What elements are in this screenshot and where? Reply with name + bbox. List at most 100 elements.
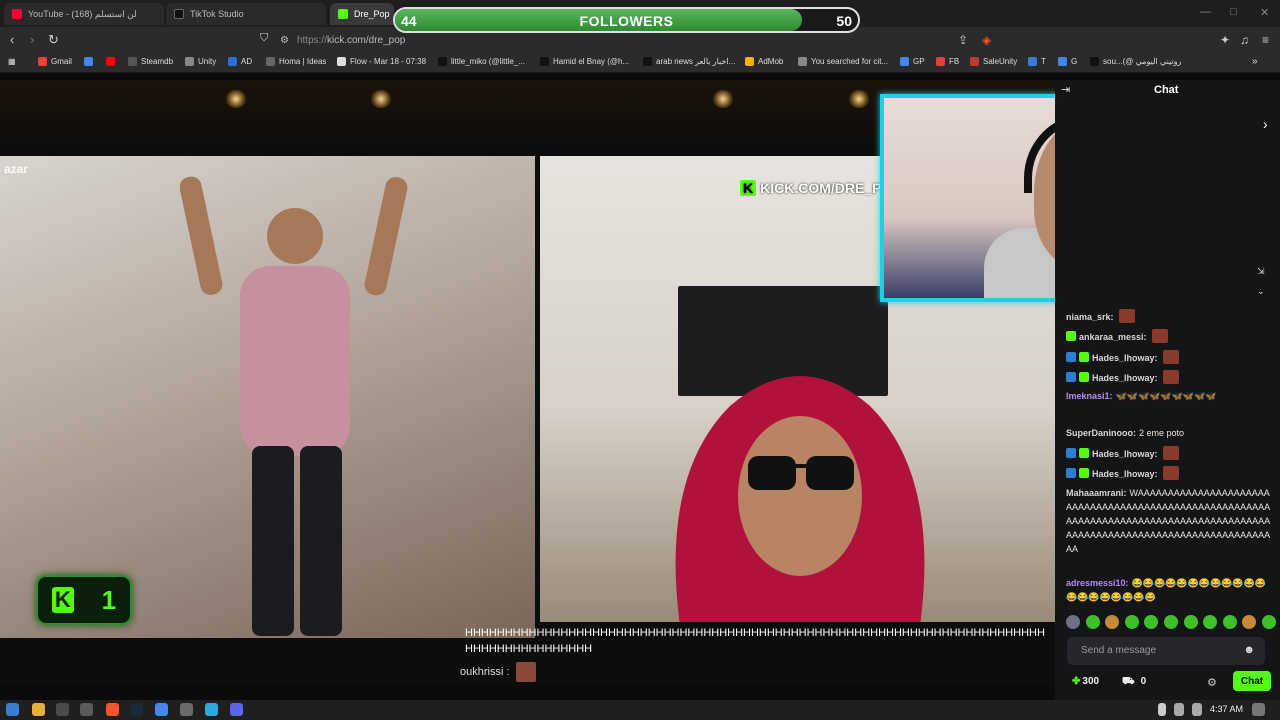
- steam-icon[interactable]: [130, 703, 143, 716]
- minimize-icon[interactable]: —: [1200, 6, 1211, 18]
- chat-text: 2 eme poto: [1139, 428, 1185, 438]
- chat-username[interactable]: Hades_lhoway:: [1092, 449, 1158, 459]
- unity-icon[interactable]: [80, 703, 93, 716]
- bookmark-item[interactable]: AdMob: [745, 57, 783, 66]
- bookmark-item[interactable]: GP: [900, 57, 925, 66]
- share-icon[interactable]: ⇪: [958, 33, 968, 47]
- bookmark-item[interactable]: Homa | Ideas: [266, 57, 326, 66]
- tab-youtube[interactable]: YouTube - لن استسلم (168): [4, 3, 164, 25]
- url-field[interactable]: ⚙ https:// kick.com/dre_pop: [280, 30, 1000, 50]
- bookmark-item[interactable]: arab news اخبار بالعر...: [643, 57, 735, 66]
- bookmark-item[interactable]: AD: [228, 57, 252, 66]
- emote-icon: [1151, 329, 1168, 343]
- bookmark-item[interactable]: Steamdb: [128, 57, 173, 66]
- chrome-icon[interactable]: [155, 703, 168, 716]
- chat-header: ⇥ Chat: [1055, 80, 1280, 102]
- store-button[interactable]: ⛟ 0: [1122, 676, 1146, 689]
- azar-logo: azar: [4, 162, 29, 176]
- bookmark-item[interactable]: You searched for cit...: [798, 57, 888, 66]
- bookmark-label: arab news اخبار بالعر...: [656, 57, 736, 66]
- close-icon[interactable]: ✕: [1260, 6, 1269, 19]
- file-explorer-icon[interactable]: [32, 703, 45, 716]
- emote-icon[interactable]: [1163, 615, 1178, 629]
- emote-icon[interactable]: [1242, 615, 1257, 629]
- emote-icon[interactable]: [1183, 615, 1198, 629]
- chat-message-input[interactable]: Send a message ☻: [1067, 637, 1265, 665]
- bookmark-label: sou...(@ روتيني اليومي: [1103, 57, 1182, 66]
- volume-icon[interactable]: [1192, 703, 1202, 716]
- chat-username[interactable]: ankaraa_messi:: [1079, 332, 1147, 342]
- bookmark-item[interactable]: SaleUnity: [970, 57, 1017, 66]
- app-icon[interactable]: [205, 703, 218, 716]
- emote-icon[interactable]: [1261, 615, 1276, 629]
- bookmark-favicon-icon: [106, 57, 115, 66]
- site-info-icon[interactable]: ⚙: [280, 35, 289, 46]
- bookmark-item[interactable]: Hamid el Bnay (@h...: [540, 57, 629, 66]
- emoji-picker-icon[interactable]: ☻: [1243, 644, 1255, 656]
- brave-shields-icon[interactable]: ◈: [982, 33, 991, 47]
- notifications-icon[interactable]: [1252, 703, 1265, 716]
- emote-icon[interactable]: [1124, 615, 1139, 629]
- chat-settings-icon[interactable]: ⚙: [1207, 676, 1217, 689]
- reload-icon[interactable]: ↻: [48, 32, 59, 48]
- bookmark-icon[interactable]: ⛉: [260, 32, 268, 45]
- emote-icon[interactable]: [1203, 615, 1218, 629]
- chevron-right-icon[interactable]: ›: [1263, 116, 1268, 132]
- obs-icon[interactable]: [180, 703, 193, 716]
- chat-username[interactable]: Hades_lhoway:: [1092, 469, 1158, 479]
- emote-icon[interactable]: [1085, 615, 1100, 629]
- more-bookmarks-icon[interactable]: »: [1252, 56, 1258, 67]
- microphone-icon[interactable]: [1158, 703, 1166, 716]
- chat-username[interactable]: Hades_lhoway:: [1092, 353, 1158, 363]
- tab-tiktok-studio[interactable]: TikTok Studio: [166, 3, 326, 25]
- brave-icon[interactable]: [106, 703, 119, 716]
- bookmark-item[interactable]: little_miko (@little_...: [438, 57, 525, 66]
- bookmark-item[interactable]: G: [1058, 57, 1077, 66]
- chat-message: Hades_lhoway:: [1066, 446, 1271, 461]
- chat-send-button[interactable]: Chat: [1233, 671, 1271, 691]
- bookmark-label: AD: [241, 57, 253, 66]
- app-icon[interactable]: [56, 703, 69, 716]
- bookmark-label: You searched for cit...: [811, 57, 889, 66]
- emote-icon[interactable]: [1066, 615, 1080, 629]
- bookmark-item[interactable]: sou...(@ روتيني اليومي: [1090, 57, 1181, 66]
- chat-username[interactable]: Mahaaamrani:: [1066, 488, 1127, 498]
- chat-username[interactable]: SuperDaninooo:: [1066, 428, 1136, 438]
- chat-username[interactable]: Hades_lhoway:: [1092, 373, 1158, 383]
- collapse-chat-icon[interactable]: ⇥: [1061, 83, 1070, 96]
- bookmark-item[interactable]: Flow - Mar 18 - 07:38: [337, 57, 426, 66]
- chat-username[interactable]: niama_srk:: [1066, 312, 1114, 322]
- chat-message: Hades_lhoway:: [1066, 466, 1271, 481]
- menu-icon[interactable]: ≡: [1262, 33, 1269, 47]
- chat-username[interactable]: lmeknasi1:: [1066, 391, 1113, 401]
- chevron-down-icon[interactable]: ⌄: [1257, 286, 1265, 297]
- emote-icon[interactable]: [1144, 615, 1159, 629]
- channel-points[interactable]: ✤ 300: [1072, 676, 1099, 687]
- bookmark-item[interactable]: Unity: [185, 57, 216, 66]
- network-icon[interactable]: [1174, 703, 1184, 716]
- chat-username[interactable]: adresmessi10:: [1066, 578, 1129, 588]
- maximize-icon[interactable]: □: [1230, 6, 1237, 18]
- bookmark-favicon-icon: [745, 57, 754, 66]
- bookmark-item[interactable]: FB: [936, 57, 959, 66]
- start-icon[interactable]: [6, 703, 19, 716]
- kick-logo-icon: K: [51, 587, 74, 613]
- apps-icon[interactable]: ▦: [8, 57, 16, 66]
- extensions-icon[interactable]: ✦: [1220, 33, 1230, 47]
- bookmark-item[interactable]: Gmail: [38, 57, 72, 66]
- kick-counter-value: 1: [101, 584, 117, 615]
- pin-icon[interactable]: ⇲: [1257, 266, 1265, 277]
- bookmark-item[interactable]: [106, 57, 119, 66]
- discord-icon[interactable]: [230, 703, 243, 716]
- emote-icon[interactable]: [1105, 615, 1120, 629]
- chat-overlay-user: oukhrissi :: [460, 662, 536, 682]
- media-icon[interactable]: ♫: [1240, 33, 1249, 47]
- chat-footer: ✤ 300 ⛟ 0 ⚙ Chat: [1067, 671, 1271, 693]
- bookmark-item[interactable]: T: [1028, 57, 1046, 66]
- taskbar-clock[interactable]: 4:37 AM: [1210, 704, 1243, 714]
- emote-icon[interactable]: [1222, 615, 1237, 629]
- back-icon[interactable]: ‹: [10, 32, 14, 47]
- bookmark-item[interactable]: [84, 57, 97, 66]
- tab-dre-pop[interactable]: Dre_Pop: [330, 3, 394, 25]
- forward-icon[interactable]: ›: [30, 32, 34, 47]
